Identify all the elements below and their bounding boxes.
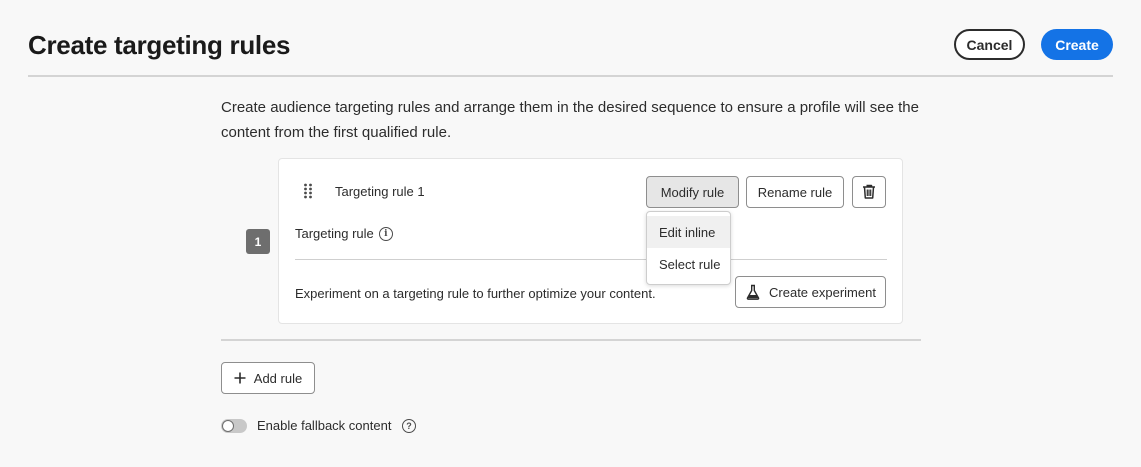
modify-rule-menu: Edit inline Select rule (646, 211, 731, 285)
targeting-rule-label: Targeting rule i (295, 226, 393, 241)
delete-rule-button[interactable] (852, 176, 886, 208)
section-divider (221, 339, 921, 341)
targeting-rule-text: Targeting rule (295, 226, 374, 241)
card-divider (295, 259, 887, 260)
help-icon[interactable]: ? (402, 419, 416, 433)
create-experiment-label: Create experiment (769, 284, 876, 300)
modify-rule-button[interactable]: Modify rule (646, 176, 739, 208)
experiment-description: Experiment on a targeting rule to furthe… (295, 286, 656, 301)
rule-order-badge: 1 (246, 229, 270, 254)
create-button[interactable]: Create (1041, 29, 1113, 60)
add-rule-button[interactable]: Add rule (221, 362, 315, 394)
menu-item-edit-inline[interactable]: Edit inline (647, 216, 730, 248)
plus-icon (234, 372, 246, 384)
intro-text: Create audience targeting rules and arra… (221, 99, 919, 141)
rule-name: Targeting rule 1 (335, 184, 425, 199)
drag-handle-icon[interactable] (303, 183, 313, 199)
rule-card: Targeting rule 1 Modify rule Rename rule… (278, 158, 903, 324)
flask-icon (746, 284, 760, 300)
fallback-label: Enable fallback content (257, 418, 392, 433)
create-experiment-button[interactable]: Create experiment (735, 276, 886, 308)
menu-item-select-rule[interactable]: Select rule (647, 248, 730, 280)
toggle-knob (222, 420, 234, 432)
rename-rule-button[interactable]: Rename rule (746, 176, 844, 208)
page-title: Create targeting rules (28, 30, 291, 60)
trash-icon (863, 184, 875, 199)
info-icon[interactable]: i (378, 226, 393, 241)
header-divider (28, 75, 1113, 77)
fallback-toggle[interactable] (221, 419, 247, 433)
add-rule-label: Add rule (253, 370, 303, 386)
cancel-button[interactable]: Cancel (954, 29, 1025, 60)
